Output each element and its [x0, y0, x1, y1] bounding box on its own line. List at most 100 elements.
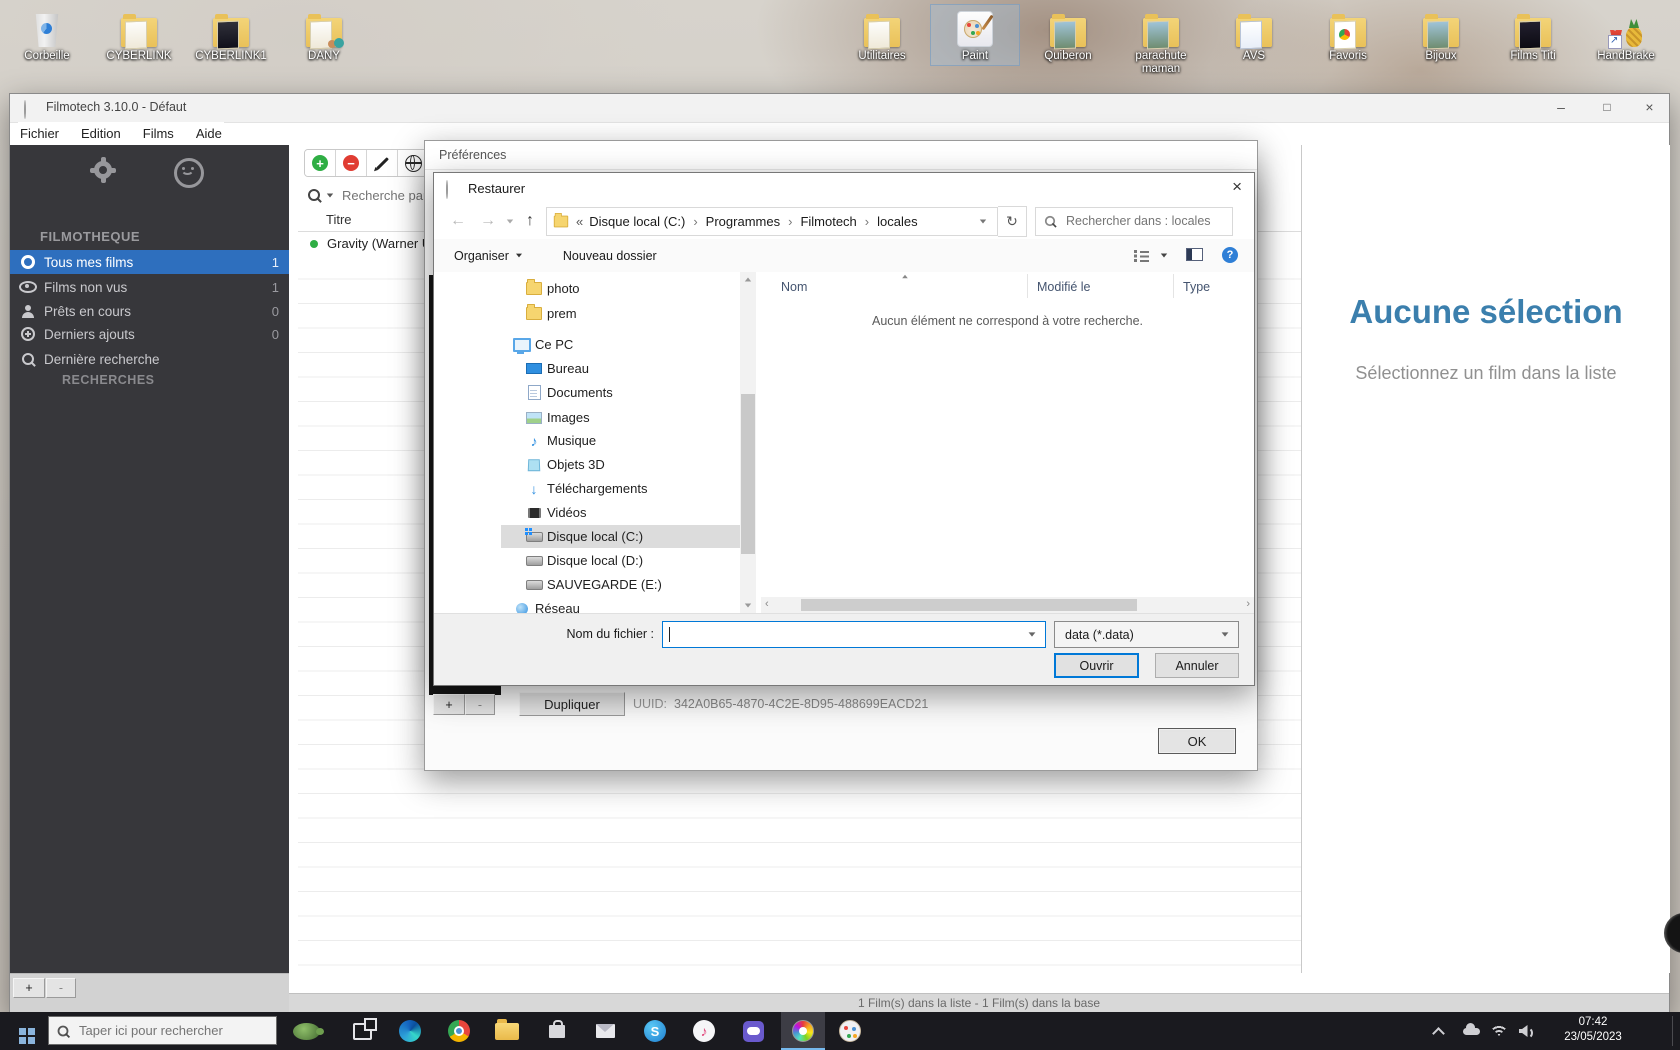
- edit-film-button[interactable]: [367, 150, 398, 176]
- column-separator-2[interactable]: [1173, 274, 1174, 298]
- scroll-left-icon[interactable]: ‹: [765, 598, 769, 610]
- duplicate-button[interactable]: Dupliquer: [519, 692, 625, 716]
- column-separator-1[interactable]: [1027, 274, 1028, 298]
- sidebar-item-tous-mes-films[interactable]: Tous mes films 1: [10, 250, 289, 274]
- breadcrumb-item-2[interactable]: Programmes: [704, 214, 782, 229]
- taskbar-app-store[interactable]: [535, 1012, 579, 1050]
- refresh-button[interactable]: ↻: [998, 205, 1027, 237]
- smiley-icon[interactable]: [174, 158, 204, 188]
- taskbar-app-chat[interactable]: [731, 1012, 775, 1050]
- tree-item-disque-local-d-[interactable]: Disque local (D:): [525, 549, 740, 572]
- tray-onedrive-icon[interactable]: [1458, 1012, 1484, 1050]
- dialog-close-icon[interactable]: ×: [1232, 177, 1242, 197]
- taskbar-search-input[interactable]: [77, 1022, 261, 1039]
- h-scroll-thumb[interactable]: [801, 599, 1137, 611]
- tree-item-sauvegarde-e-[interactable]: SAUVEGARDE (E:): [525, 573, 740, 596]
- sidebar-add-button[interactable]: +: [13, 978, 45, 998]
- show-desktop-divider[interactable]: [1672, 1016, 1673, 1046]
- filetype-select[interactable]: data (*.data): [1054, 621, 1239, 648]
- breadcrumb-item-3[interactable]: Filmotech: [798, 214, 858, 229]
- sidebar-item-derniers-ajouts[interactable]: Derniers ajouts 0: [10, 322, 289, 346]
- column-nom[interactable]: Nom: [781, 280, 807, 294]
- search-icon[interactable]: [308, 189, 320, 201]
- breadcrumb-item-4[interactable]: locales: [875, 214, 919, 229]
- pref-add-button[interactable]: +: [433, 694, 465, 715]
- sidebar-item-films-non-vus[interactable]: Films non vus 1: [10, 275, 289, 299]
- views-icon[interactable]: [1134, 249, 1150, 262]
- menu-edition[interactable]: Edition: [79, 123, 123, 144]
- column-modifie[interactable]: Modifié le: [1037, 280, 1091, 294]
- tree-scroll-thumb[interactable]: [741, 394, 755, 554]
- desktop-icon-dany[interactable]: DANY: [280, 5, 368, 65]
- add-film-button[interactable]: +: [305, 150, 336, 176]
- menu-aide[interactable]: Aide: [194, 123, 224, 144]
- new-folder-button[interactable]: Nouveau dossier: [563, 249, 657, 263]
- back-icon[interactable]: ←: [450, 212, 466, 230]
- start-button[interactable]: [0, 1012, 44, 1050]
- desktop-icon-parachute-maman[interactable]: parachute maman: [1117, 5, 1205, 78]
- taskbar-app-edge[interactable]: [388, 1012, 432, 1050]
- forward-icon[interactable]: →: [480, 212, 496, 230]
- tray-chevron-up-icon[interactable]: [1425, 1012, 1451, 1050]
- tree-item-bureau[interactable]: Bureau: [525, 357, 740, 380]
- column-type[interactable]: Type: [1183, 280, 1210, 294]
- tree-item-t-l-chargements[interactable]: ↓ Téléchargements: [525, 477, 740, 500]
- preferences-titlebar[interactable]: Préférences: [425, 141, 1257, 170]
- up-icon[interactable]: ↑: [526, 212, 534, 230]
- filename-input[interactable]: [673, 626, 1017, 643]
- desktop-icon-handbrake[interactable]: HandBrake: [1582, 5, 1670, 65]
- list-header-titre[interactable]: Titre: [326, 212, 352, 227]
- views-chevron-icon[interactable]: [1160, 253, 1168, 258]
- cancel-button[interactable]: Annuler: [1155, 653, 1239, 678]
- tray-volume-icon[interactable]: [1513, 1012, 1539, 1050]
- desktop-icon-cyberlink1[interactable]: CYBERLINK1: [187, 5, 275, 65]
- maximize-button[interactable]: □: [1584, 94, 1630, 122]
- tree-item-vid-os[interactable]: Vidéos: [525, 501, 740, 524]
- desktop-icon-cyberlink[interactable]: CYBERLINK: [95, 5, 183, 65]
- search-filter-chevron-icon[interactable]: [326, 193, 334, 197]
- filename-combo[interactable]: [662, 621, 1046, 648]
- taskbar-app-filmotech[interactable]: [781, 1012, 825, 1050]
- taskbar-search[interactable]: [48, 1016, 277, 1045]
- horizontal-scrollbar[interactable]: ‹ ›: [761, 597, 1254, 613]
- tree-item-ce-pc[interactable]: Ce PC: [513, 333, 740, 356]
- filename-chevron-icon[interactable]: [1028, 632, 1036, 637]
- taskbar-app-paint[interactable]: [828, 1012, 872, 1050]
- dialog-search-input[interactable]: [1064, 213, 1218, 229]
- taskbar-app-skype[interactable]: S: [633, 1012, 677, 1050]
- desktop-icon-paint[interactable]: Paint: [930, 4, 1020, 66]
- scroll-right-icon[interactable]: ›: [1246, 598, 1250, 610]
- tray-network-icon[interactable]: [1486, 1012, 1512, 1050]
- desktop-icon-utilitaires[interactable]: Utilitaires: [838, 5, 926, 65]
- tree-item-photo[interactable]: photo: [525, 277, 740, 300]
- taskbar-app-music[interactable]: ♪: [682, 1012, 726, 1050]
- tree-item-disque-local-c-[interactable]: Disque local (C:): [501, 525, 740, 548]
- preview-pane-icon[interactable]: [1186, 248, 1203, 261]
- taskbar-app-mail[interactable]: [583, 1012, 627, 1050]
- taskbar-app-explorer[interactable]: [485, 1012, 529, 1050]
- dialog-search-box[interactable]: [1035, 206, 1233, 236]
- restaurer-titlebar[interactable]: Restaurer ×: [434, 173, 1254, 203]
- remove-film-button[interactable]: −: [336, 150, 367, 176]
- breadcrumb-chevron-icon[interactable]: [979, 219, 987, 223]
- taskbar-app-turtle[interactable]: [284, 1012, 328, 1050]
- tree-item-prem[interactable]: prem: [525, 302, 740, 325]
- tree-item-r-seau[interactable]: Réseau: [513, 597, 740, 613]
- taskbar-clock[interactable]: 07:42 23/05/2023: [1548, 1015, 1638, 1045]
- tree-scrollbar[interactable]: [740, 272, 756, 613]
- minimize-button[interactable]: –: [1538, 94, 1584, 122]
- open-button[interactable]: Ouvrir: [1054, 653, 1139, 678]
- desktop-icon-favoris[interactable]: Favoris: [1304, 5, 1392, 65]
- sidebar-item-prêts-en-cours[interactable]: Prêts en cours 0: [10, 299, 289, 323]
- organize-menu[interactable]: Organiser: [454, 249, 523, 263]
- scroll-down-icon[interactable]: [744, 603, 752, 608]
- history-chevron-icon[interactable]: [506, 219, 514, 223]
- close-button[interactable]: ×: [1630, 94, 1669, 122]
- filmotech-titlebar[interactable]: Filmotech 3.10.0 - Défaut – □ ×: [10, 94, 1669, 123]
- breadcrumb-bar[interactable]: « Disque local (C:) › Programmes › Filmotech…: [546, 206, 998, 236]
- gear-icon[interactable]: [90, 157, 116, 183]
- tree-item-musique[interactable]: ♪ Musique: [525, 429, 740, 452]
- sidebar-item-dernière-recherche[interactable]: Dernière recherche: [10, 347, 289, 371]
- breadcrumb-item-1[interactable]: Disque local (C:): [587, 214, 687, 229]
- tree-item-images[interactable]: Images: [525, 406, 740, 429]
